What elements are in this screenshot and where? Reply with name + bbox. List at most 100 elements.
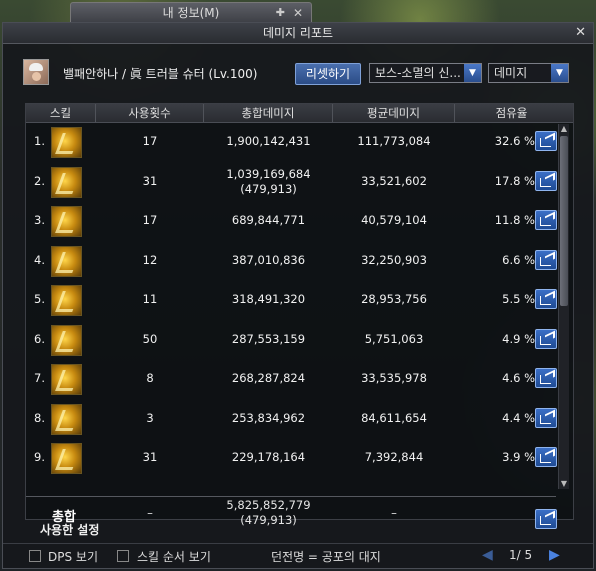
share-percent: 5.5 % <box>502 292 535 306</box>
total-damage: 287,553,159 <box>204 332 333 347</box>
metric-dropdown-value: 데미지 <box>494 66 528 80</box>
share-icon[interactable] <box>535 131 557 151</box>
title-bar[interactable]: 데미지 리포트 ✕ <box>3 23 593 44</box>
chevron-right-icon[interactable]: ▶ <box>549 547 560 563</box>
close-icon[interactable]: ✕ <box>293 3 303 23</box>
avg-damage: 33,535,978 <box>361 371 427 385</box>
rank: 5. <box>34 292 45 306</box>
share-icon[interactable] <box>535 328 557 349</box>
summary-total: 5,825,852,779 (479,913) <box>204 498 333 528</box>
table-row: 3. 17 689,844,771 40,579,104 11.8 % <box>26 203 557 241</box>
close-icon[interactable]: ✕ <box>575 23 586 43</box>
total-damage: 318,491,320 <box>204 292 333 307</box>
skill-icon <box>51 127 82 158</box>
page-indicator: 1/ 5 <box>509 548 533 562</box>
share-percent: 17.8 % <box>494 173 535 188</box>
total-damage-value: 387,010,836 <box>231 252 306 267</box>
footer: DPS 보기 스킬 순서 보기 던전명 = 공포의 대지 ◀ 1/ 5 ▶ <box>3 543 593 569</box>
total-damage-value: 287,553,159 <box>231 331 306 346</box>
target-dropdown-value: 보스-소멸의 신... <box>375 66 461 80</box>
avg-damage: 32,250,903 <box>361 252 427 267</box>
reset-button[interactable]: 리셋하기 <box>295 63 361 85</box>
table-row: 5. 11 318,491,320 28,953,756 5.5 % <box>26 282 557 320</box>
skill-icon <box>51 324 82 356</box>
rank: 8. <box>34 410 45 425</box>
column-header-total-damage[interactable]: 총합데미지 <box>204 104 333 122</box>
share-percent: 4.4 % <box>502 410 535 425</box>
total-damage: 253,834,962 <box>204 411 333 426</box>
rank: 1. <box>34 134 45 148</box>
summary-uses: – <box>147 506 153 520</box>
column-header-skill[interactable]: 스킬 <box>26 104 96 122</box>
chevron-left-icon[interactable]: ◀ <box>482 547 493 563</box>
header-row: 밸패안하나 / 眞 트러블 슈터 (Lv.100) 리셋하기 보스-소멸의 신.… <box>23 59 573 89</box>
table-header: 스킬 사용횟수 총합데미지 평균데미지 점유율 <box>26 104 573 123</box>
window-title: 데미지 리포트 <box>262 26 334 40</box>
share-percent: 3.9 % <box>502 450 535 464</box>
share-percent: 6.6 % <box>502 252 535 267</box>
skill-order-checkbox[interactable] <box>117 550 129 562</box>
uses-count: 3 <box>146 410 154 425</box>
dps-label: DPS 보기 <box>48 550 98 564</box>
background-window-tab[interactable]: 내 정보(M) ✚ ✕ <box>70 2 312 24</box>
total-damage-value: 229,178,164 <box>231 450 306 464</box>
summary-row: 총합 – 5,825,852,779 (479,913) – <box>26 496 557 537</box>
summary-total-value: 5,825,852,779 <box>226 498 311 512</box>
column-header-share[interactable]: 점유율 <box>455 104 568 122</box>
total-damage: 387,010,836 <box>204 253 333 268</box>
uses-count: 17 <box>142 134 158 148</box>
uses-count: 31 <box>142 450 158 464</box>
scroll-up-icon[interactable]: ▲ <box>559 124 569 134</box>
pin-icon[interactable]: ✚ <box>276 3 285 23</box>
share-icon[interactable] <box>535 509 557 529</box>
uses-count: 11 <box>142 292 158 306</box>
share-percent: 4.6 % <box>502 371 535 385</box>
total-damage-value: 253,834,962 <box>231 410 306 425</box>
share-percent: 32.6 % <box>494 134 535 148</box>
rank: 6. <box>34 331 45 346</box>
skill-order-label: 스킬 순서 보기 <box>137 550 211 564</box>
table-row: 1. 17 1,900,142,431 111,773,084 32.6 % <box>26 124 557 162</box>
avg-damage: 40,579,104 <box>361 213 427 227</box>
total-damage: 1,900,142,431 <box>204 134 333 149</box>
table-row: 6. 50 287,553,159 5,751,063 4.9 % <box>26 322 557 360</box>
total-damage-value: 1,900,142,431 <box>226 134 311 148</box>
share-icon[interactable] <box>535 407 557 428</box>
uses-count: 31 <box>142 173 158 188</box>
scroll-thumb[interactable] <box>560 136 568 306</box>
background-window-title: 내 정보(M) <box>162 6 220 20</box>
target-dropdown[interactable]: 보스-소멸의 신... ▼ <box>369 63 482 83</box>
uses-count: 12 <box>142 252 158 267</box>
table-row: 4. 12 387,010,836 32,250,903 6.6 % <box>26 243 557 281</box>
share-icon[interactable] <box>535 289 557 309</box>
rank: 2. <box>34 173 45 188</box>
metric-dropdown[interactable]: 데미지 ▼ <box>488 63 569 83</box>
share-icon[interactable] <box>535 210 557 230</box>
dungeon-name: 던전명 = 공포의 대지 <box>271 550 381 564</box>
total-damage-value: 689,844,771 <box>231 213 306 227</box>
skill-icon <box>51 166 82 198</box>
damage-report-window: 데미지 리포트 ✕ 밸패안하나 / 眞 트러블 슈터 (Lv.100) 리셋하기… <box>2 22 594 569</box>
avg-damage: 111,773,084 <box>357 134 431 148</box>
scroll-down-icon[interactable]: ▼ <box>559 479 569 489</box>
skill-icon <box>51 364 82 395</box>
total-damage: 1,039,169,684 (479,913) <box>204 167 333 197</box>
column-header-avg-damage[interactable]: 평균데미지 <box>333 104 455 122</box>
share-percent: 4.9 % <box>502 331 535 346</box>
total-damage: 689,844,771 <box>204 213 333 228</box>
share-icon[interactable] <box>535 170 557 191</box>
dps-checkbox[interactable] <box>29 550 41 562</box>
table-row: 2. 31 1,039,169,684 (479,913) 33,521,602 17.8… <box>26 164 557 202</box>
avatar <box>23 59 49 85</box>
uses-count: 17 <box>142 213 158 227</box>
uses-count: 8 <box>146 371 154 385</box>
share-percent: 11.8 % <box>494 213 535 227</box>
summary-total-sub: (479,913) <box>240 513 297 527</box>
share-icon[interactable] <box>535 447 557 467</box>
character-name: 밸패안하나 / 眞 트러블 슈터 (Lv.100) <box>63 67 258 81</box>
avg-damage: 7,392,844 <box>364 450 424 464</box>
share-icon[interactable] <box>535 368 557 388</box>
scrollbar[interactable]: ▲ ▼ <box>558 124 569 489</box>
share-icon[interactable] <box>535 249 557 270</box>
column-header-uses[interactable]: 사용횟수 <box>96 104 204 122</box>
